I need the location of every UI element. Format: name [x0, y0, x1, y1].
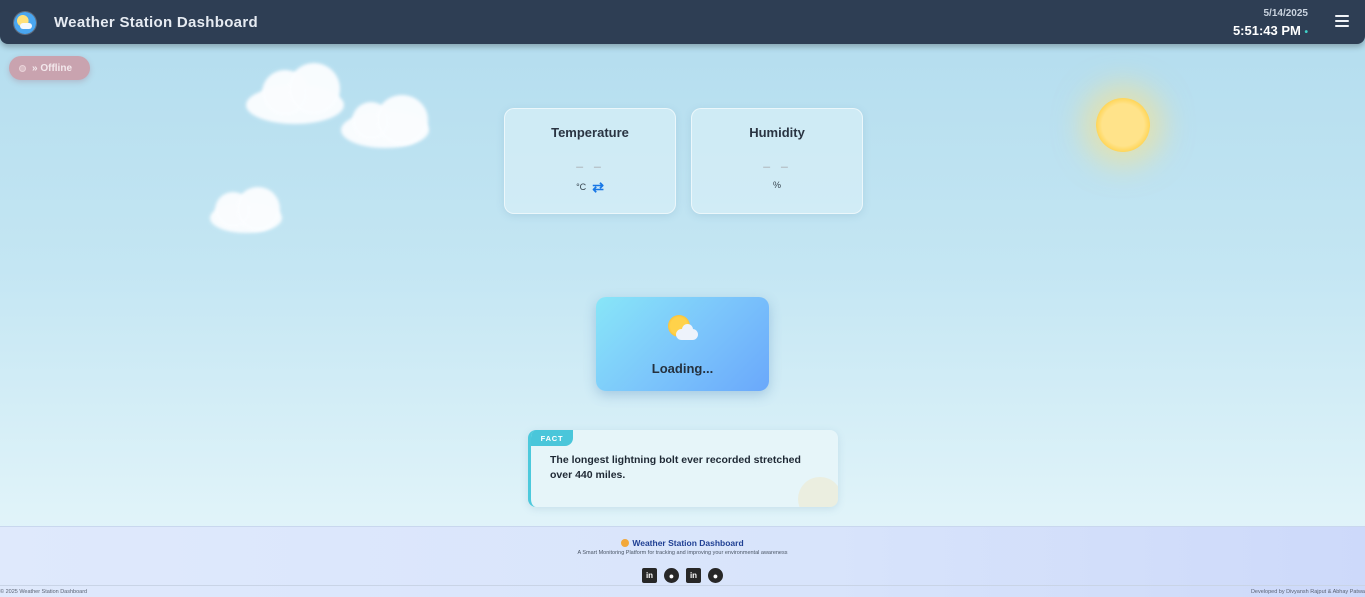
top-navbar: Weather Station Dashboard 5/14/2025 5:51…: [0, 0, 1365, 44]
humidity-unit: %: [772, 180, 781, 190]
current-time: 5:51:43 PM •: [1233, 23, 1308, 38]
time-indicator-dot: •: [1304, 27, 1308, 38]
weather-logo-icon[interactable]: [14, 12, 36, 34]
footer-title-text: Weather Station Dashboard: [632, 538, 744, 548]
sun-decoration: [1096, 98, 1150, 152]
time-text: 5:51:43 PM: [1232, 23, 1301, 38]
fact-text: The longest lightning bolt ever recorded…: [550, 454, 801, 481]
status-dot-icon: [19, 64, 26, 72]
social-links: in ● in ●: [642, 568, 723, 583]
temperature-title: Temperature: [551, 125, 629, 140]
temperature-value: – –: [575, 158, 605, 174]
app-title: Weather Station Dashboard: [54, 14, 258, 31]
humidity-title: Humidity: [749, 125, 805, 140]
current-date: 5/14/2025: [1263, 8, 1309, 19]
developed-by-text: Developed by Divyansh Rajput & Abhay Pat…: [1250, 589, 1365, 595]
footer-title: Weather Station Dashboard: [0, 538, 1365, 548]
fact-badge: FACT: [531, 430, 573, 446]
humidity-value: – –: [762, 158, 792, 174]
footer-divider: [0, 585, 1365, 586]
loading-text: Loading...: [651, 361, 714, 376]
footer-weather-icon: [621, 539, 630, 547]
humidity-card: Humidity – – %: [691, 108, 863, 214]
temperature-unit: °C: [576, 182, 587, 192]
copyright-text: © 2025 Weather Station Dashboard: [0, 589, 88, 595]
swap-arrows-icon[interactable]: ⇄: [592, 180, 604, 194]
sun-behind-cloud-icon: [668, 315, 698, 343]
connection-status-badge: » Offline: [9, 56, 90, 80]
footer: Weather Station Dashboard A Smart Monito…: [0, 526, 1365, 597]
linkedin-icon[interactable]: in: [642, 568, 657, 583]
fact-card: FACT The longest lightning bolt ever rec…: [528, 430, 838, 507]
temperature-unit-row: °C ⇄: [505, 180, 675, 194]
footer-tagline: A Smart Monitoring Platform for tracking…: [577, 550, 788, 556]
humidity-unit-row: %: [692, 180, 862, 190]
hamburger-menu-icon[interactable]: [1335, 15, 1349, 29]
weather-loading-card: Loading...: [596, 297, 769, 391]
status-label: » Offline: [32, 62, 73, 74]
temperature-card: Temperature – – °C ⇄: [504, 108, 676, 214]
github-icon[interactable]: ●: [708, 568, 723, 583]
github-icon[interactable]: ●: [664, 568, 679, 583]
linkedin-icon[interactable]: in: [686, 568, 701, 583]
